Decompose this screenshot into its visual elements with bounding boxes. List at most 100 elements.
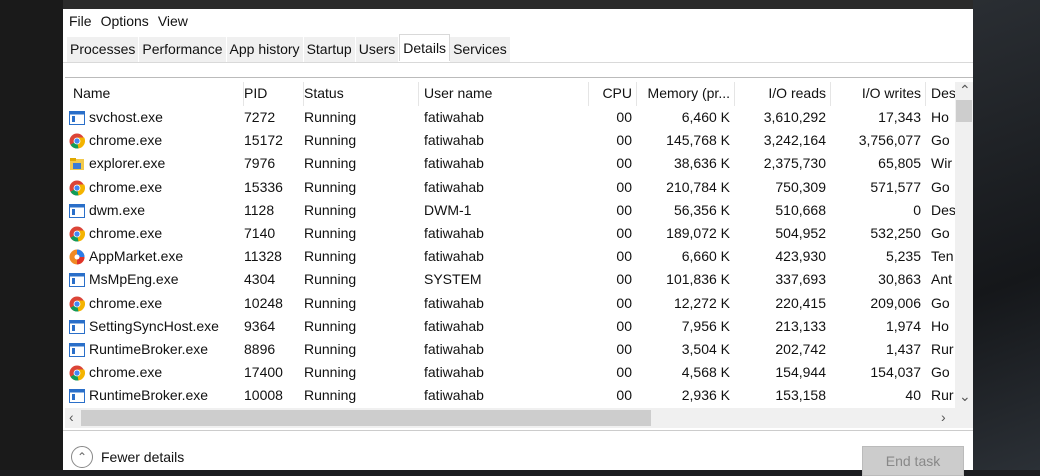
cell-status: Running bbox=[304, 109, 357, 125]
scroll-right-icon[interactable]: › bbox=[941, 409, 946, 425]
cell-ior: 423,930 bbox=[775, 248, 826, 265]
cell-iow: 30,863 bbox=[878, 271, 921, 288]
column-divider[interactable] bbox=[636, 82, 637, 106]
cell-desc: Go bbox=[931, 294, 950, 311]
cell-desc: Ho bbox=[931, 317, 949, 334]
column-header-ior[interactable]: I/O reads bbox=[735, 85, 826, 101]
column-header-iow[interactable]: I/O writes bbox=[830, 85, 921, 101]
tab-app-history[interactable]: App history bbox=[226, 37, 304, 62]
cell-desc: Rur bbox=[931, 387, 954, 404]
cell-user: fatiwahab bbox=[424, 155, 484, 172]
vertical-scrollbar[interactable]: ⌃ ⌄ bbox=[955, 82, 973, 408]
cell-iow: 532,250 bbox=[870, 225, 921, 241]
cell-status: Running bbox=[304, 271, 357, 288]
table-row[interactable]: dwm.exe 1128 Running DWM-1 00 56,356 K 510,668… bbox=[65, 199, 955, 222]
column-header-cpu[interactable]: CPU bbox=[590, 85, 632, 101]
cell-ior: 3,610,292 bbox=[763, 109, 826, 125]
table-row[interactable]: chrome.exe 10248 Running fatiwahab 00 12,272 … bbox=[65, 292, 955, 315]
tab-performance[interactable]: Performance bbox=[139, 37, 227, 62]
table-row[interactable]: MsMpEng.exe 4304 Running SYSTEM 00 101,836 K 3… bbox=[65, 268, 955, 291]
fewer-details-label: Fewer details bbox=[101, 449, 185, 465]
horizontal-scroll-thumb[interactable] bbox=[81, 410, 651, 426]
chrome-icon bbox=[69, 296, 86, 312]
cell-mem: 56,356 K bbox=[673, 201, 730, 218]
cell-pid: 15172 bbox=[244, 132, 283, 149]
cell-iow: 1,437 bbox=[885, 341, 921, 357]
cell-mem: 189,072 K bbox=[666, 225, 730, 241]
tab-processes[interactable]: Processes bbox=[67, 37, 140, 62]
column-divider[interactable] bbox=[418, 82, 419, 106]
cell-desc: Rur bbox=[931, 341, 954, 357]
cell-iow: 40 bbox=[905, 387, 921, 404]
table-row[interactable]: RuntimeBroker.exe 8896 Running fatiwahab 00 3… bbox=[65, 338, 955, 361]
column-divider[interactable] bbox=[925, 82, 926, 106]
cell-desc: Ant bbox=[931, 271, 953, 288]
table-row[interactable]: SettingSyncHost.exe 9364 Running fatiwahab 0… bbox=[65, 315, 955, 338]
cell-status: Running bbox=[304, 178, 357, 195]
cell-mem: 4,568 K bbox=[681, 364, 730, 381]
table-row[interactable]: chrome.exe 17400 Running fatiwahab 00 4,568 K… bbox=[65, 361, 955, 384]
cell-pid: 17400 bbox=[244, 364, 283, 381]
cell-user: SYSTEM bbox=[424, 271, 482, 288]
cell-cpu: 00 bbox=[616, 341, 632, 357]
tab-users[interactable]: Users bbox=[355, 37, 400, 62]
column-header-name[interactable]: Name bbox=[73, 85, 239, 101]
table-row[interactable]: svchost.exe 7272 Running fatiwahab 00 6,460 K… bbox=[65, 106, 955, 129]
app-window-icon bbox=[69, 203, 85, 219]
end-task-button[interactable]: End task bbox=[862, 446, 964, 476]
column-header-desc[interactable]: Des bbox=[931, 85, 955, 101]
cell-status: Running bbox=[304, 317, 357, 334]
cell-ior: 202,742 bbox=[775, 341, 826, 357]
cell-desc: Go bbox=[931, 132, 950, 149]
horizontal-scrollbar[interactable]: ‹ › bbox=[65, 408, 973, 428]
cell-desc: Wir bbox=[931, 155, 952, 172]
cell-name: chrome.exe bbox=[89, 294, 163, 311]
menu-options[interactable]: Options bbox=[101, 13, 149, 29]
cell-name: chrome.exe bbox=[89, 225, 163, 241]
cell-mem: 2,936 K bbox=[681, 387, 730, 404]
details-table: Name PID Status User name CPU Memory (pr... I/… bbox=[65, 77, 973, 430]
table-row[interactable]: chrome.exe 15336 Running fatiwahab 00 210,784… bbox=[65, 176, 955, 199]
cell-user: fatiwahab bbox=[424, 132, 484, 149]
table-row[interactable]: chrome.exe 7140 Running fatiwahab 00 189,072 … bbox=[65, 222, 955, 245]
cell-desc: Ten bbox=[931, 248, 954, 265]
cell-ior: 154,944 bbox=[775, 364, 826, 381]
menu-file[interactable]: File bbox=[69, 13, 92, 29]
tab-details[interactable]: Details bbox=[399, 34, 451, 61]
vertical-scroll-thumb[interactable] bbox=[956, 100, 972, 122]
cell-pid: 8896 bbox=[244, 341, 276, 357]
appmarket-icon bbox=[69, 249, 85, 265]
menu-view[interactable]: View bbox=[158, 13, 188, 29]
app-window-icon bbox=[69, 342, 85, 358]
cell-ior: 337,693 bbox=[775, 271, 826, 288]
table-row[interactable]: RuntimeBroker.exe 10008 Running fatiwahab 00… bbox=[65, 384, 955, 407]
cell-pid: 1128 bbox=[244, 201, 275, 218]
table-row[interactable]: chrome.exe 15172 Running fatiwahab 00 145,768… bbox=[65, 129, 955, 152]
scroll-up-icon[interactable]: ⌃ bbox=[959, 82, 971, 99]
table-row[interactable]: AppMarket.exe 11328 Running fatiwahab 00 6,66… bbox=[65, 245, 955, 268]
chrome-icon bbox=[69, 133, 86, 149]
cell-cpu: 00 bbox=[616, 225, 632, 241]
scroll-left-icon[interactable]: ‹ bbox=[69, 409, 74, 425]
scroll-down-icon[interactable]: ⌄ bbox=[959, 388, 971, 405]
fewer-details-button[interactable]: ⌃ Fewer details bbox=[71, 446, 184, 468]
chrome-icon bbox=[69, 365, 86, 381]
cell-pid: 15336 bbox=[244, 178, 283, 195]
cell-pid: 7272 bbox=[244, 109, 276, 125]
column-header-user[interactable]: User name bbox=[424, 85, 584, 101]
table-row[interactable]: explorer.exe 7976 Running fatiwahab 00 38,636… bbox=[65, 152, 955, 175]
cell-mem: 145,768 K bbox=[666, 132, 730, 149]
cell-ior: 2,375,730 bbox=[763, 155, 826, 172]
tab-services[interactable]: Services bbox=[450, 37, 511, 62]
cell-iow: 65,805 bbox=[878, 155, 921, 172]
column-header-mem[interactable]: Memory (pr... bbox=[640, 85, 730, 101]
column-divider[interactable] bbox=[588, 82, 589, 106]
column-header-pid[interactable]: PID bbox=[244, 85, 299, 101]
cell-mem: 38,636 K bbox=[673, 155, 730, 172]
app-window-icon bbox=[69, 272, 85, 288]
tab-startup[interactable]: Startup bbox=[303, 37, 356, 62]
cell-desc: Go bbox=[931, 225, 950, 241]
column-header-status[interactable]: Status bbox=[304, 85, 414, 101]
title-bar bbox=[63, 0, 973, 9]
cell-pid: 9364 bbox=[244, 317, 276, 334]
